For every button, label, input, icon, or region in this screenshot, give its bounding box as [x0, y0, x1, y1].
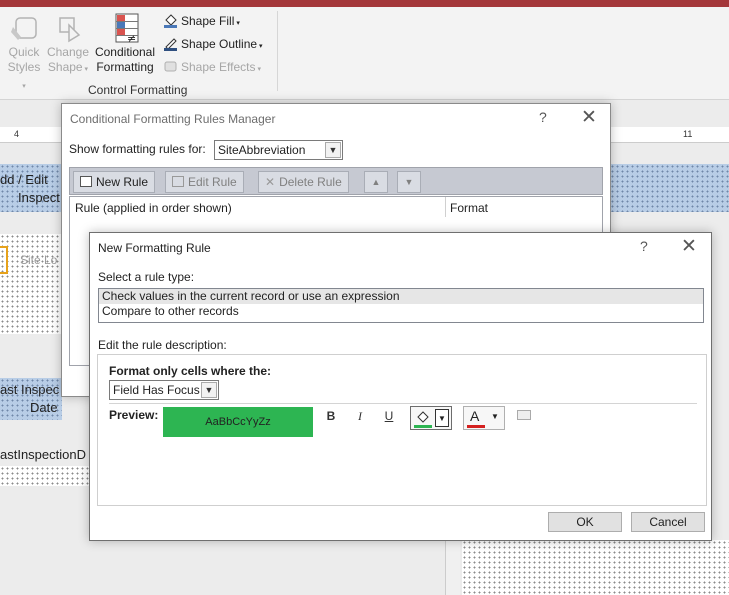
new-rule-button[interactable]: New Rule	[73, 171, 156, 193]
rules-manager-close-button[interactable]: ✕	[581, 106, 597, 129]
detail-lower-grid	[0, 466, 92, 486]
new-rule-dialog: New Formatting Rule ? ✕ Select a rule ty…	[89, 232, 712, 541]
preview-label: Preview:	[109, 408, 159, 422]
new-rule-icon	[80, 176, 92, 187]
delete-rule-button[interactable]: ✕ Delete Rule	[258, 171, 349, 193]
svg-text:≠: ≠	[127, 32, 136, 43]
conditional-formatting-label-1: Conditional	[94, 45, 156, 59]
rules-manager-help-button[interactable]: ?	[539, 109, 547, 125]
condition-dropdown[interactable]: Field Has Focus ▼	[109, 380, 219, 400]
conditional-format-icon[interactable]	[517, 410, 531, 420]
ok-button[interactable]: OK	[548, 512, 622, 532]
form-header-title-2: Inspect	[18, 190, 60, 205]
edit-rule-button[interactable]: Edit Rule	[165, 171, 244, 193]
shape-effects-button[interactable]: Shape Effects ▾	[163, 58, 261, 76]
fill-color-button[interactable]: ▼	[410, 406, 452, 430]
italic-button[interactable]: I	[352, 408, 368, 424]
preview-sample: AaBbCcYyZz	[163, 407, 313, 437]
quick-styles-button[interactable]: Quick Styles ▾	[5, 13, 43, 94]
delete-icon: ✕	[265, 175, 276, 189]
chevron-down-icon: ▼	[435, 409, 449, 427]
chevron-down-icon: ▼	[491, 412, 499, 421]
selected-control-marker	[0, 246, 8, 274]
window-title-strip	[0, 0, 729, 7]
shape-fill-button[interactable]: Shape Fill ▾	[163, 12, 240, 30]
rule-description-box: Format only cells where the: Field Has F…	[97, 354, 707, 506]
conditional-formatting-icon: ≠	[115, 13, 139, 43]
shape-outline-button[interactable]: Shape Outline ▾	[163, 35, 263, 53]
ruler-number: 4	[14, 129, 20, 139]
underline-button[interactable]: U	[381, 408, 397, 424]
shape-effects-label: Shape Effects	[181, 60, 256, 74]
edit-rule-icon	[172, 176, 184, 187]
move-up-button[interactable]: ▲	[364, 171, 388, 193]
form-header-title-1: dd / Edit	[0, 172, 48, 187]
ribbon-group-label: Control Formatting	[88, 83, 188, 97]
rules-toolbar: New Rule Edit Rule ✕ Delete Rule ▲ ▼	[69, 167, 603, 195]
select-rule-type-label: Select a rule type:	[98, 270, 195, 284]
change-shape-label-1: Change	[46, 45, 90, 59]
delete-rule-label: Delete Rule	[279, 175, 342, 189]
rule-type-list: Check values in the current record or us…	[98, 288, 704, 323]
show-rules-for-dropdown[interactable]: SiteAbbreviation ▼	[214, 140, 343, 160]
new-rule-help-button[interactable]: ?	[640, 238, 648, 254]
new-rule-close-button[interactable]: ✕	[681, 235, 697, 258]
shape-outline-label: Shape Outline	[181, 37, 258, 51]
font-color-letter: A	[470, 408, 480, 424]
column-divider	[445, 197, 446, 217]
bold-button[interactable]: B	[323, 408, 339, 424]
fill-color-bar	[414, 425, 432, 428]
move-down-button[interactable]: ▼	[397, 171, 421, 193]
quick-styles-label-2: Styles	[7, 60, 41, 74]
chevron-down-icon: ▼	[201, 382, 217, 398]
format-column-header: Format	[450, 201, 489, 215]
font-color-button[interactable]: A ▼	[463, 406, 505, 430]
description-divider	[109, 403, 697, 404]
change-shape-label-2: Shape	[47, 60, 83, 74]
quick-styles-label-1: Quick	[8, 45, 40, 59]
edit-description-label: Edit the rule description:	[98, 338, 227, 352]
show-rules-for-label: Show formatting rules for:	[69, 142, 206, 156]
conditional-formatting-label-2: Formatting	[96, 60, 154, 74]
quick-styles-icon	[11, 17, 37, 40]
condition-value: Field Has Focus	[113, 383, 200, 397]
shape-effects-icon	[164, 61, 177, 72]
shape-fill-label: Shape Fill	[181, 14, 235, 28]
edit-rule-label: Edit Rule	[188, 175, 237, 189]
show-rules-for-value: SiteAbbreviation	[218, 143, 306, 157]
arrow-up-icon: ▲	[371, 177, 381, 187]
paint-bucket-icon	[164, 14, 177, 28]
last-inspection-field: astInspectionD	[0, 447, 86, 462]
rule-type-item-selected[interactable]: Check values in the current record or us…	[99, 289, 703, 304]
detail-bottom-grid	[462, 540, 729, 595]
ruler-number: 11	[683, 129, 693, 139]
cancel-button[interactable]: Cancel	[631, 512, 705, 532]
paint-bucket-icon	[417, 411, 429, 423]
last-inspection-label-2: Date	[30, 400, 58, 415]
pencil-icon	[164, 38, 177, 51]
font-color-bar	[467, 425, 485, 428]
format-only-label: Format only cells where the:	[109, 364, 272, 378]
ribbon: Quick Styles ▾ Change Shape ▾ ≠ Conditio…	[0, 7, 729, 100]
chevron-down-icon: ▼	[325, 142, 341, 158]
new-rule-label: New Rule	[96, 175, 149, 189]
change-shape-icon	[59, 17, 81, 43]
conditional-formatting-button[interactable]: ≠ Conditional Formatting	[93, 13, 157, 75]
arrow-down-icon: ▼	[404, 177, 414, 187]
rules-manager-title: Conditional Formatting Rules Manager	[70, 112, 276, 126]
change-shape-button[interactable]: Change Shape ▾	[46, 13, 90, 77]
last-inspection-label-1: ast Inspec	[0, 382, 60, 397]
new-rule-title: New Formatting Rule	[98, 241, 211, 255]
vertical-scrollbar[interactable]	[445, 540, 460, 595]
site-location-control: Site Lo	[20, 253, 58, 267]
rule-column-header: Rule (applied in order shown)	[75, 201, 232, 215]
ribbon-separator	[277, 11, 278, 91]
rule-type-item[interactable]: Compare to other records	[99, 304, 703, 319]
